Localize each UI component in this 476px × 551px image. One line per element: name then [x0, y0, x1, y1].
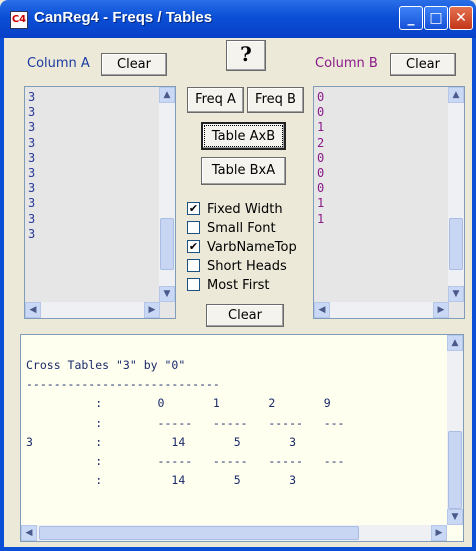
list-item[interactable]: 1 [317, 212, 324, 227]
list-item[interactable]: 3 [28, 212, 35, 227]
list-item[interactable]: 0 [317, 151, 324, 166]
output-line: : ----- ----- ----- --- [26, 454, 345, 469]
list-item[interactable]: 3 [28, 227, 35, 242]
option-varbnametop[interactable]: ✔ VarbNameTop [187, 240, 297, 255]
help-icon: ? [240, 42, 252, 66]
scroll-thumb[interactable] [448, 431, 462, 509]
scroll-right-icon[interactable]: ▶ [144, 302, 160, 318]
list-item[interactable]: 3 [28, 166, 35, 181]
freqs-tables-window: C4 CanReg4 - Freqs / Tables _ □ ✕ Column… [0, 0, 476, 551]
option-label: Most First [207, 278, 270, 293]
output-line: : 0 1 2 9 [26, 396, 331, 411]
column-a-vscrollbar[interactable]: ▲ ▼ [159, 87, 175, 302]
list-item[interactable]: 0 [317, 181, 324, 196]
checkbox[interactable] [187, 278, 200, 291]
output-hscrollbar[interactable]: ◀ ▶ [21, 525, 447, 541]
list-item[interactable]: 0 [317, 166, 324, 181]
output-line: : ----- ----- ----- --- [26, 415, 345, 430]
scroll-right-icon[interactable]: ▶ [431, 525, 447, 541]
window-frame-left [0, 38, 4, 551]
table-axb-button[interactable]: Table AxB [201, 122, 286, 150]
list-item[interactable]: 3 [28, 136, 35, 151]
option-label: Small Font [207, 221, 276, 236]
column-a-items: 3333333333 [28, 90, 35, 242]
output-panel[interactable]: Cross Tables "3" by "0" -----------------… [20, 334, 464, 542]
output-clear-button[interactable]: Clear [206, 304, 284, 327]
output-line: Cross Tables "3" by "0" [26, 358, 186, 372]
list-item[interactable]: 0 [317, 105, 324, 120]
scroll-down-icon[interactable]: ▼ [447, 509, 463, 525]
option-fixed-width[interactable]: ✔ Fixed Width [187, 202, 283, 217]
scroll-left-icon[interactable]: ◀ [21, 525, 37, 541]
list-item[interactable]: 3 [28, 90, 35, 105]
column-b-items: 001200011 [317, 90, 324, 227]
scroll-up-icon[interactable]: ▲ [159, 87, 175, 103]
scroll-up-icon[interactable]: ▲ [447, 335, 463, 351]
checkbox[interactable] [187, 259, 200, 272]
list-item[interactable]: 2 [317, 136, 324, 151]
help-button[interactable]: ? [226, 40, 266, 71]
column-b-clear-button[interactable]: Clear [390, 53, 456, 76]
checkbox[interactable] [187, 221, 200, 234]
column-b-vscrollbar[interactable]: ▲ ▼ [448, 87, 464, 302]
close-button[interactable]: ✕ [449, 6, 473, 30]
column-a-clear-button[interactable]: Clear [101, 53, 167, 76]
window-frame-right [472, 38, 476, 551]
maximize-button[interactable]: □ [424, 6, 448, 30]
scroll-down-icon[interactable]: ▼ [448, 286, 464, 302]
list-item[interactable]: 3 [28, 105, 35, 120]
output-line: ---------------------------- [26, 377, 220, 392]
column-a-label: Column A [27, 56, 90, 71]
list-item[interactable]: 3 [28, 151, 35, 166]
window-title: CanReg4 - Freqs / Tables [34, 9, 213, 26]
output-line: : 14 5 3 [26, 473, 297, 488]
output-vscrollbar[interactable]: ▲ ▼ [447, 335, 463, 525]
column-a-hscrollbar[interactable]: ◀ ▶ [25, 302, 160, 318]
scroll-thumb[interactable] [39, 526, 359, 540]
option-label: Short Heads [207, 259, 287, 274]
option-most-first[interactable]: Most First [187, 278, 270, 293]
checkbox[interactable]: ✔ [187, 240, 200, 253]
minimize-button[interactable]: _ [399, 6, 423, 30]
table-bxa-button[interactable]: Table BxA [201, 157, 286, 185]
freq-a-button[interactable]: Freq A [187, 87, 244, 113]
scroll-down-icon[interactable]: ▼ [159, 286, 175, 302]
app-icon: C4 [10, 11, 28, 29]
column-b-list[interactable]: 001200011 ▲ ▼ ◀ ▶ [313, 86, 465, 319]
title-bar[interactable]: C4 CanReg4 - Freqs / Tables _ □ ✕ [0, 0, 476, 38]
list-item[interactable]: 1 [317, 120, 324, 135]
scroll-right-icon[interactable]: ▶ [433, 302, 449, 318]
scroll-thumb[interactable] [160, 218, 174, 270]
scroll-up-icon[interactable]: ▲ [448, 87, 464, 103]
list-item[interactable]: 0 [317, 90, 324, 105]
option-short-heads[interactable]: Short Heads [187, 259, 287, 274]
window-frame-bottom [0, 547, 476, 551]
freq-b-button[interactable]: Freq B [247, 87, 304, 113]
column-b-hscrollbar[interactable]: ◀ ▶ [314, 302, 449, 318]
option-label: VarbNameTop [207, 240, 297, 255]
column-b-label: Column B [315, 56, 378, 71]
option-label: Fixed Width [207, 202, 283, 217]
list-item[interactable]: 1 [317, 196, 324, 211]
option-small-font[interactable]: Small Font [187, 221, 276, 236]
column-a-list[interactable]: 3333333333 ▲ ▼ ◀ ▶ [24, 86, 176, 319]
scroll-thumb[interactable] [449, 218, 463, 270]
list-item[interactable]: 3 [28, 181, 35, 196]
list-item[interactable]: 3 [28, 120, 35, 135]
output-text: Cross Tables "3" by "0" -----------------… [26, 356, 345, 490]
scroll-left-icon[interactable]: ◀ [314, 302, 330, 318]
list-item[interactable]: 3 [28, 196, 35, 211]
checkbox[interactable]: ✔ [187, 202, 200, 215]
output-line: 3 : 14 5 3 [26, 434, 297, 449]
scroll-left-icon[interactable]: ◀ [25, 302, 41, 318]
